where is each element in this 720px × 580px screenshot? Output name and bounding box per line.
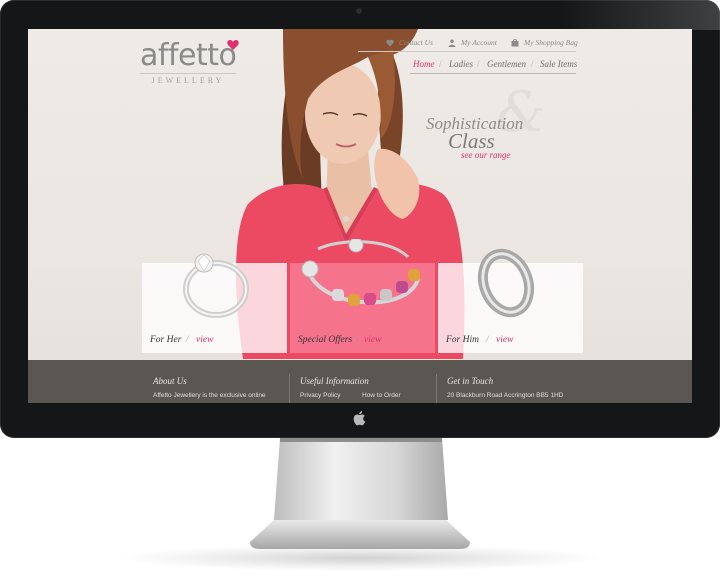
card-label: For Him: [446, 335, 479, 345]
site-footer: About Us Affetto Jewellery is the exclus…: [28, 360, 692, 403]
card-view-link[interactable]: view: [496, 335, 513, 345]
monitor-stand-neck: [274, 438, 448, 520]
footer-divider: [436, 374, 437, 403]
nav-separator: /: [531, 59, 534, 69]
my-account-link[interactable]: My Account: [448, 38, 497, 47]
contact-us-link[interactable]: Contact Us: [386, 38, 433, 47]
card-separator: /: [186, 335, 189, 345]
card-label: For Her: [150, 335, 182, 345]
card-for-him[interactable]: For Him / view: [438, 248, 583, 353]
card-separator: /: [354, 335, 357, 345]
nav-separator: /: [439, 59, 442, 69]
card-separator: /: [486, 335, 489, 345]
card-view-link[interactable]: view: [364, 335, 381, 345]
footer-about-title: About Us: [153, 376, 187, 386]
mens-ring-image: [477, 248, 535, 318]
utility-divider: [358, 51, 576, 52]
footer-divider: [289, 374, 290, 403]
footer-address: 20 Blackburn Road Accrington BB5 1HD: [447, 392, 564, 399]
card-label: Special Offers: [298, 335, 353, 345]
user-icon: [448, 39, 456, 47]
bezel-gloss: [560, 0, 720, 30]
card-for-her[interactable]: For Her / view: [142, 253, 287, 353]
contact-us-label: Contact Us: [399, 38, 433, 47]
shopping-bag-label: My Shopping Bag: [524, 38, 578, 47]
website-screen: affetto JEWELLERY Contact Us My Account …: [28, 29, 692, 403]
see-range-link[interactable]: see our range: [461, 150, 511, 160]
heart-icon: [386, 39, 394, 46]
nav-sale-items[interactable]: Sale Items: [540, 59, 577, 69]
footer-info-title: Useful Information: [300, 376, 369, 386]
footer-touch-title: Get in Touch: [447, 376, 494, 386]
apple-logo-icon: [353, 411, 366, 426]
monitor-bezel: affetto JEWELLERY Contact Us My Account …: [0, 0, 720, 438]
card-special-offers[interactable]: Special Offers / view: [290, 239, 435, 353]
my-account-label: My Account: [461, 38, 497, 47]
heart-logo-icon: [227, 40, 239, 50]
card-view-link[interactable]: view: [196, 335, 213, 345]
shopping-bag-link[interactable]: My Shopping Bag: [511, 38, 578, 47]
site-logo[interactable]: affetto JEWELLERY: [140, 38, 239, 85]
footer-how-to-order-link[interactable]: How to Order: [362, 392, 401, 399]
bag-icon: [511, 38, 519, 46]
logo-wordmark: affetto: [140, 38, 237, 73]
nav-home[interactable]: Home: [413, 59, 435, 69]
diamond-ring-image: [183, 253, 249, 318]
footer-privacy-link[interactable]: Privacy Policy: [300, 392, 340, 399]
footer-about-text: Affetto Jewellery is the exclusive onlin…: [153, 392, 266, 399]
logo-subtitle: JEWELLERY: [140, 73, 236, 85]
charm-bracelet-image: [301, 239, 420, 306]
camera-icon: [356, 8, 362, 14]
nav-gentlemen[interactable]: Gentlemen: [487, 59, 526, 69]
nav-ladies[interactable]: Ladies: [449, 59, 473, 69]
nav-divider: [410, 73, 576, 74]
monitor-stand-base: [250, 520, 470, 549]
nav-separator: /: [477, 59, 480, 69]
